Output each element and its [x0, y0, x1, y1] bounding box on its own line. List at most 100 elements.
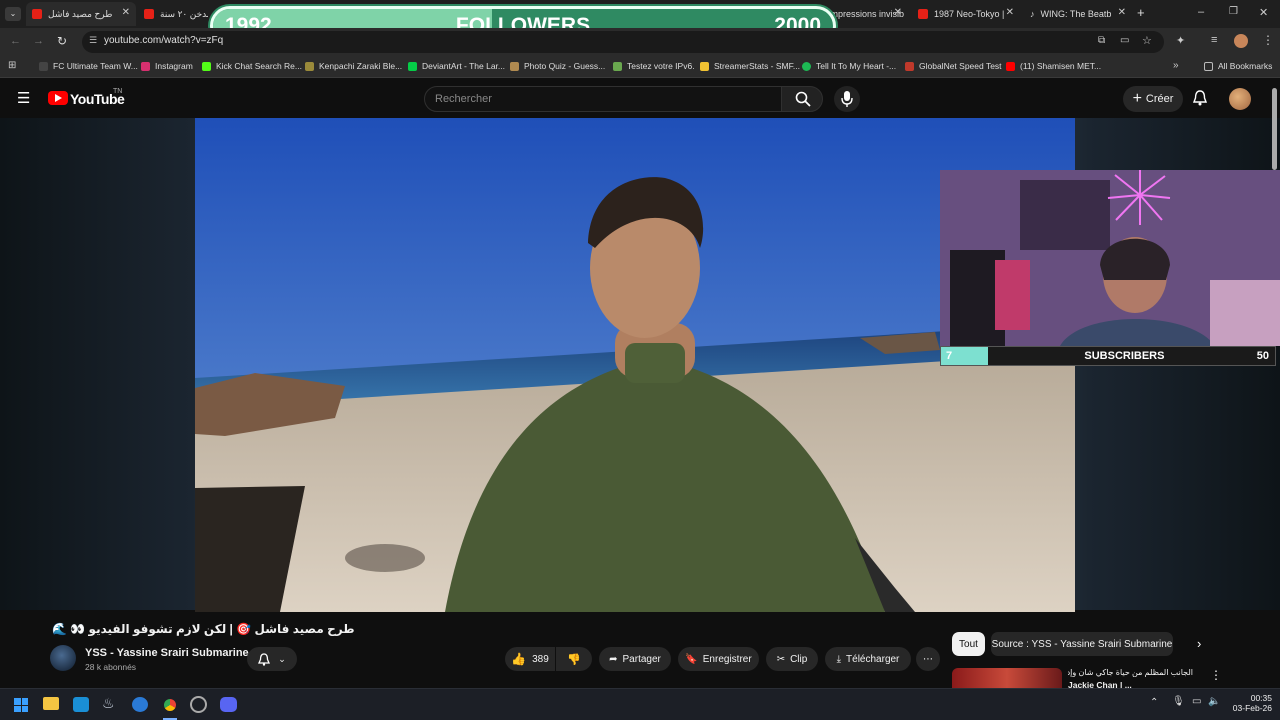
- search-input[interactable]: Rechercher: [424, 86, 782, 112]
- bookmark-5[interactable]: DeviantArt - The Lar...: [408, 61, 505, 71]
- tab-list-button[interactable]: ⌄: [5, 7, 21, 21]
- recommended-title-line2[interactable]: Jackie Chan | ...: [1068, 680, 1193, 688]
- bookmark-2[interactable]: Instagram: [141, 61, 193, 71]
- bookmark-6[interactable]: Photo Quiz - Guess...: [510, 61, 605, 71]
- chip-source-label: Source : YSS - Yassine Srairi Submarine: [991, 638, 1173, 650]
- network-icon[interactable]: ▭: [1192, 696, 1201, 707]
- bookmark-9[interactable]: Tell It To My Heart -...: [802, 61, 896, 71]
- deviantart-icon: [408, 61, 417, 71]
- app-icon[interactable]: [132, 697, 148, 712]
- save-button[interactable]: 🔖 Enregistrer: [678, 647, 759, 671]
- create-button[interactable]: + Créer: [1123, 86, 1183, 112]
- bookmark-1[interactable]: FC Ultimate Team W...: [39, 61, 138, 71]
- bookmark-favicon-icon: [510, 61, 519, 71]
- dislike-button[interactable]: 👎: [556, 647, 592, 671]
- subscribers-start-value: 7: [946, 350, 953, 362]
- close-tab-icon[interactable]: ✕: [1006, 7, 1014, 18]
- like-count: 389: [532, 653, 549, 665]
- media-control-icon[interactable]: ≡: [1211, 34, 1217, 46]
- search-placeholder: Rechercher: [435, 93, 492, 105]
- reload-icon[interactable]: ↻: [57, 34, 67, 48]
- bookmark-star-icon[interactable]: ☆: [1142, 34, 1152, 47]
- subscribers-goal-value: 50: [1256, 350, 1269, 362]
- volume-icon[interactable]: 🔈: [1208, 696, 1220, 707]
- bookmark-8[interactable]: StreamerStats - SMF...: [700, 61, 800, 71]
- bookmark-favicon-icon: [613, 61, 622, 71]
- windows-start-icon[interactable]: [14, 698, 28, 712]
- clock-app-icon[interactable]: [190, 696, 207, 713]
- close-tab-icon[interactable]: ✕: [894, 7, 902, 18]
- page-scrollbar[interactable]: [1272, 88, 1277, 170]
- translate-icon[interactable]: ⧉: [1098, 35, 1105, 46]
- like-button[interactable]: 👍 389: [505, 647, 555, 671]
- taskbar-clock[interactable]: 00:35 03-Feb-26: [1224, 693, 1272, 713]
- cast-icon[interactable]: ▭: [1120, 35, 1129, 46]
- site-info-icon[interactable]: ☰: [89, 35, 97, 46]
- more-actions-button[interactable]: ⋯: [916, 647, 940, 671]
- bookmark-label: StreamerStats - SMF...: [714, 61, 800, 71]
- tab-2[interactable]: مدخن ٢٠ سنة: [138, 2, 208, 26]
- extensions-icon[interactable]: ✦: [1176, 34, 1185, 47]
- forward-icon[interactable]: →: [33, 35, 44, 47]
- chip-source[interactable]: Source : YSS - Yassine Srairi Submarine: [991, 632, 1173, 656]
- restore-icon[interactable]: ❐: [1229, 6, 1238, 17]
- download-icon: ⤓: [836, 653, 842, 665]
- bookmark-4[interactable]: Kenpachi Zaraki Ble...: [305, 61, 402, 71]
- channel-avatar[interactable]: [50, 645, 76, 671]
- discord-icon[interactable]: [220, 697, 237, 712]
- bookmark-icon: 🔖: [685, 653, 698, 665]
- channel-name[interactable]: YSS - Yassine Srairi Submarine: [85, 647, 249, 659]
- youtube-logo-icon[interactable]: [48, 91, 68, 105]
- profile-avatar[interactable]: [1234, 34, 1248, 48]
- bookmark-label: Tell It To My Heart -...: [816, 61, 897, 71]
- bookmark-11[interactable]: (11) Shamisen MET...: [1006, 61, 1101, 71]
- thumbs-down-icon: 👎: [567, 653, 581, 666]
- tab-5[interactable]: ♪ WING: The Beatb ✕: [1024, 2, 1132, 26]
- apps-grid-icon[interactable]: ⊞: [8, 60, 16, 71]
- chip-all[interactable]: Tout: [952, 632, 985, 656]
- steam-icon[interactable]: ♨: [102, 695, 115, 712]
- close-tab-icon[interactable]: ✕: [1118, 7, 1126, 18]
- file-explorer-icon[interactable]: [43, 697, 59, 710]
- taskbar-date: 03-Feb-26: [1232, 703, 1272, 713]
- new-tab-icon[interactable]: +: [1137, 5, 1145, 20]
- recommended-more-icon[interactable]: ⋮: [1210, 668, 1222, 682]
- recommended-title[interactable]: الجانب المظلم من حياة جاكي شان وإدمان: [1068, 668, 1193, 677]
- bookmark-10[interactable]: GlobalNet Speed Test: [905, 61, 1002, 71]
- share-button[interactable]: ➦ Partager: [599, 647, 671, 671]
- window-close-icon[interactable]: ✕: [1259, 6, 1268, 19]
- voice-search-button[interactable]: [834, 86, 860, 112]
- clip-button[interactable]: ✂ Clip: [766, 647, 818, 671]
- notifications-button[interactable]: [1192, 90, 1208, 111]
- bookmark-3[interactable]: Kick Chat Search Re...: [202, 61, 302, 71]
- webcam-frame: [940, 170, 1280, 346]
- youtube-favicon-icon: [1006, 61, 1015, 71]
- account-avatar[interactable]: [1229, 88, 1251, 110]
- recommended-thumbnail[interactable]: [952, 668, 1062, 688]
- chevron-right-icon[interactable]: ›: [1197, 636, 1201, 651]
- microphone-icon: [841, 91, 853, 107]
- back-icon[interactable]: ←: [10, 35, 21, 47]
- tab-1[interactable]: طرح مصيد فاشل ✕: [26, 2, 136, 26]
- bar-chart-icon: [700, 61, 709, 71]
- close-tab-icon[interactable]: ✕: [122, 7, 130, 18]
- omnibox[interactable]: ☰ youtube.com/watch?v=zFq ⧉ ▭ ☆: [82, 31, 1164, 53]
- tab-4[interactable]: 1987 Neo-Tokyo | ✕: [912, 2, 1020, 26]
- share-icon: ➦: [609, 653, 618, 665]
- menu-icon[interactable]: ☰: [17, 89, 30, 107]
- windows-taskbar: ♨ ⌃ 🎙 ▭ 🔈 00:35 03-Feb-26: [0, 688, 1280, 720]
- bookmarks-bar: ⊞ FC Ultimate Team W... Instagram Kick C…: [0, 56, 1280, 78]
- microphone-tray-icon[interactable]: 🎙: [1172, 696, 1185, 707]
- subscribed-bell-button[interactable]: ⌄: [247, 647, 297, 671]
- tray-overflow-icon[interactable]: ⌃: [1150, 697, 1158, 708]
- all-bookmarks[interactable]: All Bookmarks: [1204, 61, 1272, 71]
- more-bookmarks-icon[interactable]: »: [1173, 60, 1179, 71]
- download-button[interactable]: ⤓ Télécharger: [825, 647, 911, 671]
- minimize-icon[interactable]: –: [1198, 6, 1204, 18]
- bookmark-label: DeviantArt - The Lar...: [422, 61, 505, 71]
- search-button[interactable]: [781, 86, 823, 112]
- outlook-icon[interactable]: [73, 697, 89, 712]
- bookmark-7[interactable]: Testez votre IPv6.: [613, 61, 695, 71]
- chrome-icon[interactable]: [161, 696, 179, 714]
- browser-menu-icon[interactable]: ⋮: [1262, 33, 1274, 47]
